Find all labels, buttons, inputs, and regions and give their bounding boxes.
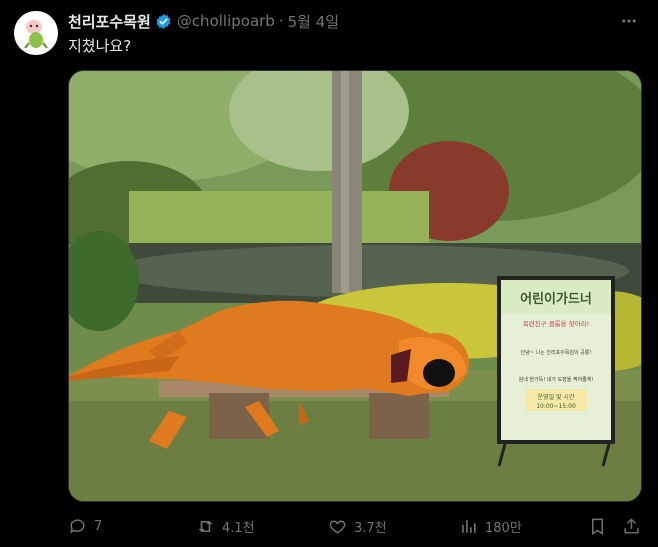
- reply-count: 7: [94, 518, 103, 534]
- sign-body: 안녕~ 나는 천리포수목원의 공룡!: [521, 349, 592, 356]
- author-avatar[interactable]: [14, 11, 58, 55]
- repost-icon: [198, 520, 213, 532]
- author-handle[interactable]: @chollipoarb: [177, 12, 275, 30]
- view-count: 180만: [485, 520, 522, 536]
- repost-count: 4.1천: [222, 520, 255, 536]
- like-count: 3.7천: [354, 520, 387, 536]
- dinosaur-photo: 어린이가드너 목련친구 클롭을 찾아라! 안녕~ 나는 천리포수목원의 공룡! …: [69, 71, 641, 501]
- like-button[interactable]: 3.7천: [328, 517, 387, 536]
- share-button[interactable]: [622, 517, 641, 536]
- separator-dot: ·: [278, 12, 284, 30]
- views-button[interactable]: 180만: [459, 517, 522, 536]
- sign-subtitle: 목련친구 클롭을 찾아라!: [523, 319, 590, 328]
- bookmark-icon: [592, 518, 603, 535]
- share-icon: [624, 517, 639, 534]
- reply-icon: [70, 518, 85, 533]
- more-options-icon[interactable]: [618, 10, 640, 32]
- tree-mascot-avatar-icon: [14, 11, 58, 55]
- sign-hours-title: 운영일 및 시간: [538, 393, 575, 401]
- post-image[interactable]: 어린이가드너 목련친구 클롭을 찾아라! 안녕~ 나는 천리포수목원의 공룡! …: [68, 70, 642, 502]
- post-date[interactable]: 5월 4일: [288, 11, 339, 32]
- repost-button[interactable]: 4.1천: [196, 517, 255, 536]
- sign-highlight: 원내 한가득! 내가 도장을 찍어줄게!: [519, 376, 594, 383]
- verified-badge-icon: [156, 13, 171, 29]
- post-text: 지쳤나요?: [68, 37, 132, 55]
- sign-title: 어린이가드너: [520, 291, 592, 307]
- heart-icon: [329, 520, 346, 534]
- sign-hours: 10:00~15:00: [536, 403, 576, 410]
- bookmark-button[interactable]: [588, 517, 607, 536]
- views-chart-icon: [462, 519, 476, 533]
- reply-button[interactable]: 7: [68, 517, 102, 536]
- author-name[interactable]: 천리포수목원: [68, 11, 151, 32]
- post-header: 천리포수목원 @chollipoarb · 5월 4일: [68, 10, 644, 32]
- action-bar: 7 4.1천 3.7천 180만: [68, 514, 644, 538]
